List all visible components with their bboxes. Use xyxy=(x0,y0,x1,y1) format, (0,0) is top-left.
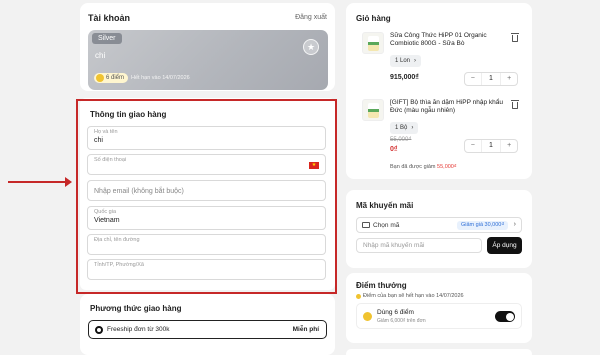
chevron-right-icon: › xyxy=(414,58,417,64)
ticket-icon xyxy=(362,222,370,228)
chevron-right-icon: › xyxy=(411,125,414,131)
minus-button[interactable]: − xyxy=(465,140,481,152)
star-icon: ★ xyxy=(303,39,319,55)
use-points-toggle[interactable] xyxy=(495,311,515,322)
product-price: 915,000₫ xyxy=(390,74,419,81)
cart-title: Giỏ hàng xyxy=(356,14,391,23)
logout-link[interactable]: Đăng xuất xyxy=(295,14,327,21)
trash-icon[interactable] xyxy=(511,33,519,42)
product-name[interactable]: Sữa Công Thức HiPP 01 Organic Combiotic … xyxy=(390,32,510,48)
product-price: 0₫ xyxy=(390,146,398,153)
radio-selected-icon[interactable] xyxy=(95,326,103,334)
points-label: 6 điểm xyxy=(106,75,125,81)
shipping-option-price: Miễn phí xyxy=(292,326,319,333)
points-expiry: Hết hạn vào 14/07/2026 xyxy=(131,75,190,81)
use-points-sub: Giảm 6,000₫ trên đơn xyxy=(377,318,426,324)
variant-label: 1 Bộ xyxy=(395,125,408,131)
use-points-row: Dùng 6 điểm Giảm 6,000₫ trên đơn xyxy=(356,303,522,329)
plus-button[interactable]: + xyxy=(501,73,517,85)
points-note-text: Điểm của bạn sẽ hết hạn vào 14/07/2026 xyxy=(363,293,464,299)
shipping-method-title: Phương thức giao hàng xyxy=(90,304,182,313)
membership-card: Silver chi ★ 6 điểm Hết hạn vào 14/07/20… xyxy=(88,30,328,90)
points-pill: 6 điểm xyxy=(94,73,129,83)
coin-icon xyxy=(363,312,372,321)
discount-note: Bạn đã được giảm 55,000₫ xyxy=(390,164,457,170)
apply-button[interactable]: Áp dụng xyxy=(487,237,522,254)
account-card: Tài khoản Đăng xuất Silver chi ★ 6 điểm … xyxy=(80,3,335,91)
variant-select[interactable]: 1 Bộ › xyxy=(390,122,419,134)
quantity-value[interactable]: 1 xyxy=(480,73,502,85)
quantity-stepper[interactable]: − 1 + xyxy=(464,139,518,153)
shipping-option[interactable]: Freeship đơn từ 300k Miễn phí xyxy=(88,320,327,339)
product-thumbnail[interactable] xyxy=(362,32,384,54)
discount-prefix: Bạn đã được giảm xyxy=(390,164,436,170)
annotation-arrow xyxy=(8,177,72,187)
promo-select[interactable]: Chọn mã Giảm giá 30,000₫ › xyxy=(356,217,522,233)
member-name: chi xyxy=(95,51,106,60)
discount-amount: 55,000₫ xyxy=(437,164,457,170)
promo-code-input[interactable]: Nhập mã khuyến mãi xyxy=(356,238,482,253)
coin-icon xyxy=(96,74,104,82)
points-title: Điểm thưởng xyxy=(356,281,407,290)
promo-card: Mã khuyến mãi Chọn mã Giảm giá 30,000₫ ›… xyxy=(346,190,532,268)
next-card xyxy=(346,349,532,355)
promo-badge: Giảm giá 30,000₫ xyxy=(457,221,509,230)
shipping-method-card: Phương thức giao hàng Freeship đơn từ 30… xyxy=(80,294,335,355)
quantity-stepper[interactable]: − 1 + xyxy=(464,72,518,86)
chevron-right-icon: › xyxy=(513,221,516,228)
tier-badge: Silver xyxy=(92,33,122,44)
promo-title: Mã khuyến mãi xyxy=(356,201,414,210)
use-points-title: Dùng 6 điểm xyxy=(377,309,414,316)
variant-label: 1 Lon xyxy=(395,58,411,64)
points-note: Điểm của bạn sẽ hết hạn vào 14/07/2026 xyxy=(356,293,464,299)
shipping-option-label: Freeship đơn từ 300k xyxy=(107,326,170,333)
cart-card: Giỏ hàng Sữa Công Thức HiPP 01 Organic C… xyxy=(346,3,532,179)
account-title: Tài khoản xyxy=(88,13,131,23)
old-price: 55,000₫ xyxy=(390,137,412,143)
coin-icon xyxy=(356,293,361,299)
promo-select-label: Chọn mã xyxy=(373,222,400,229)
quantity-value[interactable]: 1 xyxy=(480,140,502,152)
points-card: Điểm thưởng Điểm của bạn sẽ hết hạn vào … xyxy=(346,273,532,343)
highlight-box xyxy=(76,99,337,294)
product-name[interactable]: [GIFT] Bộ thìa ăn dặm HiPP nhập khẩu Đức… xyxy=(390,99,510,115)
member-points: 6 điểm Hết hạn vào 14/07/2026 xyxy=(94,73,190,83)
trash-icon[interactable] xyxy=(511,100,519,109)
product-thumbnail[interactable] xyxy=(362,99,384,121)
plus-button[interactable]: + xyxy=(501,140,517,152)
minus-button[interactable]: − xyxy=(465,73,481,85)
variant-select[interactable]: 1 Lon › xyxy=(390,55,422,67)
